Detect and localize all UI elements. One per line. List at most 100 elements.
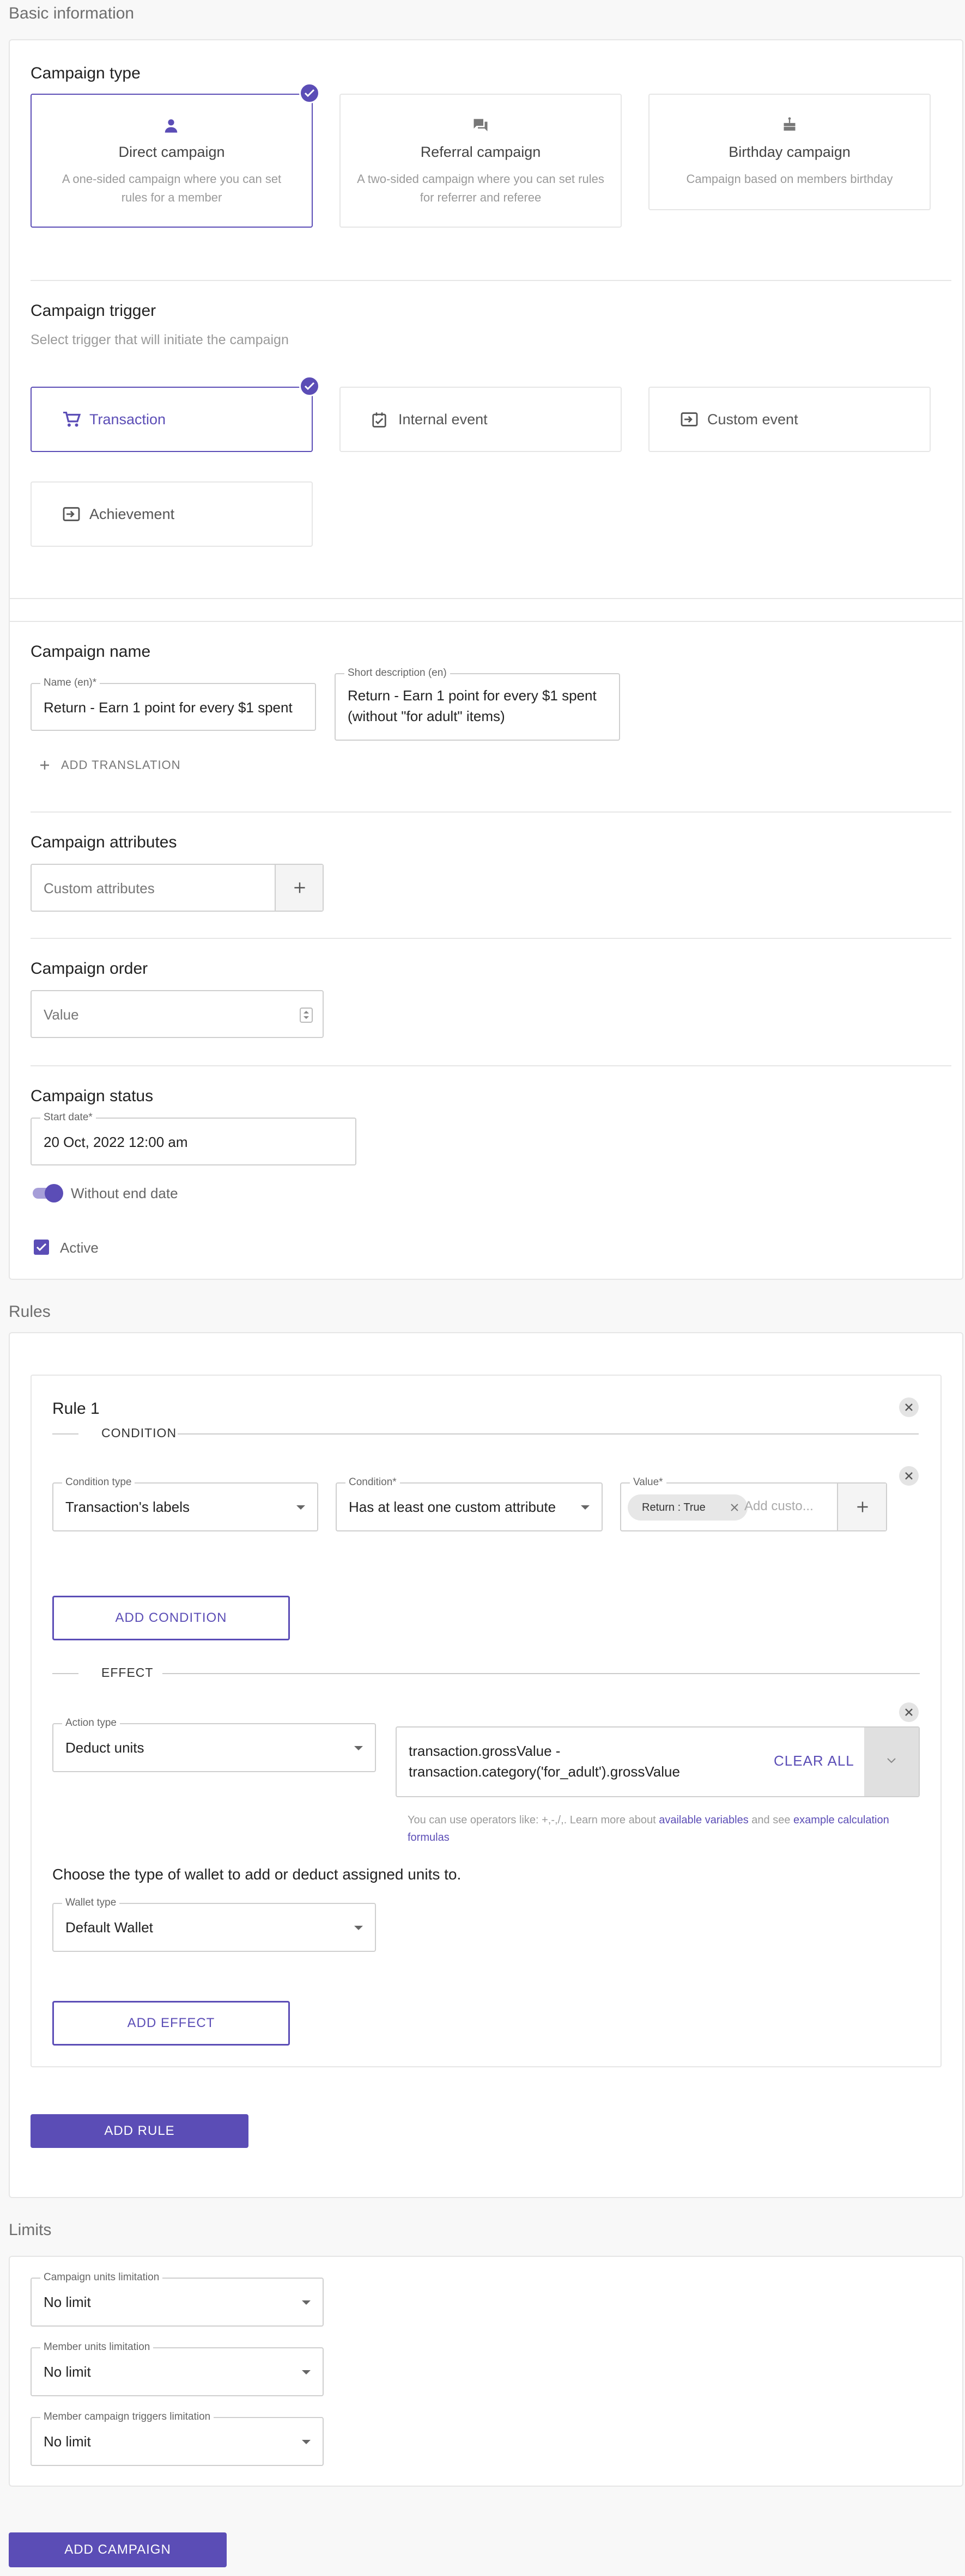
condition-type-select[interactable]: Condition type Transaction's labels bbox=[52, 1476, 318, 1531]
campaign-order-input[interactable]: Value bbox=[31, 990, 324, 1038]
campaign-type-referral[interactable]: Referral campaign A two-sided campaign w… bbox=[339, 94, 622, 228]
trigger-achievement[interactable]: Achievement bbox=[31, 481, 313, 547]
plus-icon bbox=[857, 1501, 868, 1512]
field-value: Deduct units bbox=[65, 1739, 144, 1756]
condition-value-field[interactable]: Value* Return : True Add custo... bbox=[620, 1476, 887, 1531]
add-condition-button[interactable]: ADD CONDITION bbox=[52, 1596, 290, 1640]
calendar-check-icon bbox=[372, 412, 386, 428]
campaign-type-title: Birthday campaign bbox=[729, 144, 851, 160]
example-formulas-link[interactable]: example calculation bbox=[793, 1814, 889, 1826]
remove-condition-button[interactable] bbox=[899, 1466, 919, 1486]
rule-card: Rule 1 CONDITION Condition type Transact… bbox=[31, 1375, 942, 2067]
add-campaign-button[interactable]: ADD CAMPAIGN bbox=[9, 2532, 227, 2567]
active-label: Active bbox=[60, 1240, 99, 1256]
value-input-placeholder[interactable]: Add custo... bbox=[744, 1499, 814, 1514]
add-rule-button[interactable]: ADD RULE bbox=[31, 2114, 248, 2148]
close-icon[interactable] bbox=[730, 1503, 739, 1512]
divider bbox=[10, 621, 963, 622]
rules-title: Rules bbox=[9, 1303, 51, 1321]
without-end-date-toggle[interactable]: Without end date bbox=[31, 1182, 194, 1204]
trigger-label: Custom event bbox=[707, 411, 798, 428]
note-text: You can use operators like: +,-,/,. Lear… bbox=[408, 1814, 659, 1826]
trigger-label: Transaction bbox=[89, 411, 166, 428]
field-label: Wallet type bbox=[62, 1897, 120, 1909]
divider bbox=[162, 1673, 920, 1674]
plus-icon bbox=[294, 882, 305, 893]
selected-check-icon bbox=[299, 83, 320, 103]
formula-line1: transaction.grossValue - bbox=[409, 1743, 561, 1759]
divider bbox=[31, 938, 951, 939]
field-placeholder: Value bbox=[44, 1006, 79, 1023]
add-attribute-button[interactable] bbox=[275, 865, 323, 911]
start-date-field[interactable]: Start date* 20 Oct, 2022 12:00 am bbox=[31, 1112, 356, 1165]
field-value: No limit bbox=[44, 2364, 91, 2380]
campaign-order-heading: Campaign order bbox=[31, 960, 148, 978]
name-en-field[interactable]: Name (en)* Return - Earn 1 point for eve… bbox=[31, 677, 316, 731]
add-effect-button[interactable]: ADD EFFECT bbox=[52, 2001, 290, 2046]
campaign-type-title: Referral campaign bbox=[420, 144, 541, 160]
close-icon bbox=[905, 1403, 913, 1411]
available-variables-link[interactable]: available variables bbox=[659, 1814, 749, 1826]
member-units-limit-select[interactable]: Member units limitation No limit bbox=[31, 2341, 324, 2396]
formula-expand-button[interactable] bbox=[864, 1727, 919, 1796]
condition-select[interactable]: Condition* Has at least one custom attri… bbox=[336, 1476, 603, 1531]
formula-field[interactable]: transaction.grossValue - transaction.cat… bbox=[396, 1726, 920, 1797]
trigger-custom-event[interactable]: Custom event bbox=[648, 387, 931, 452]
wallet-type-select[interactable]: Wallet type Default Wallet bbox=[52, 1897, 376, 1952]
remove-rule-button[interactable] bbox=[899, 1397, 919, 1417]
campaign-type-direct[interactable]: Direct campaign A one-sided campaign whe… bbox=[31, 94, 313, 228]
campaign-units-limit-select[interactable]: Campaign units limitation No limit bbox=[31, 2272, 324, 2327]
field-value-line1: Return - Earn 1 point for every $1 spent bbox=[348, 687, 597, 704]
field-label: Member units limitation bbox=[40, 2341, 154, 2353]
field-placeholder: Custom attributes bbox=[44, 880, 155, 896]
chevron-down-icon bbox=[302, 2440, 311, 2444]
field-label: Condition type bbox=[62, 1476, 135, 1488]
field-label: Short description (en) bbox=[344, 667, 450, 679]
formula-line2: transaction.category('for_adult').grossV… bbox=[409, 1763, 680, 1780]
field-label: Campaign units limitation bbox=[40, 2272, 163, 2284]
value-chip[interactable]: Return : True bbox=[628, 1494, 748, 1521]
chip-label: Return : True bbox=[642, 1501, 706, 1513]
cart-icon bbox=[63, 412, 81, 427]
chevron-down-icon bbox=[581, 1505, 590, 1510]
member-triggers-limit-select[interactable]: Member campaign triggers limitation No l… bbox=[31, 2411, 324, 2466]
active-checkbox[interactable]: Active bbox=[31, 1236, 139, 1258]
add-value-button[interactable] bbox=[837, 1484, 886, 1530]
chat-icon bbox=[474, 119, 488, 131]
divider bbox=[178, 1433, 919, 1434]
plus-icon bbox=[40, 761, 49, 770]
basic-information-card: Campaign type Direct campaign A one-side… bbox=[9, 39, 963, 1280]
clear-all-button[interactable]: CLEAR ALL bbox=[774, 1753, 854, 1769]
field-label: Name (en)* bbox=[40, 677, 100, 689]
field-value: 20 Oct, 2022 12:00 am bbox=[44, 1134, 188, 1150]
number-stepper-icon[interactable] bbox=[300, 1008, 313, 1023]
campaign-type-birthday[interactable]: Birthday campaign Campaign based on memb… bbox=[648, 94, 931, 210]
campaign-type-heading: Campaign type bbox=[31, 64, 141, 82]
action-type-select[interactable]: Action type Deduct units bbox=[52, 1717, 376, 1772]
field-value: Transaction's labels bbox=[65, 1499, 190, 1515]
trigger-internal-event[interactable]: Internal event bbox=[339, 387, 622, 452]
campaign-status-heading: Campaign status bbox=[31, 1087, 154, 1105]
trigger-transaction[interactable]: Transaction bbox=[31, 387, 313, 452]
field-value: No limit bbox=[44, 2294, 91, 2310]
field-value: Has at least one custom attribute bbox=[349, 1499, 556, 1515]
remove-effect-button[interactable] bbox=[899, 1702, 919, 1722]
field-label: Action type bbox=[62, 1717, 120, 1729]
field-value-line2: (without "for adult" items) bbox=[348, 708, 505, 724]
limits-card: Campaign units limitation No limit Membe… bbox=[9, 2256, 963, 2487]
example-formulas-link[interactable]: formulas bbox=[408, 1832, 450, 1844]
wallet-prompt: Choose the type of wallet to add or dedu… bbox=[52, 1866, 462, 1883]
checkbox-checked-icon bbox=[34, 1240, 49, 1255]
basic-information-title: Basic information bbox=[9, 4, 135, 22]
field-label: Start date* bbox=[40, 1112, 96, 1124]
field-value: Default Wallet bbox=[65, 1919, 153, 1936]
divider bbox=[52, 1673, 78, 1674]
close-icon bbox=[905, 1472, 913, 1480]
custom-attributes-field[interactable]: Custom attributes bbox=[31, 864, 324, 912]
input-icon bbox=[681, 412, 698, 426]
formula-help-note: You can use operators like: +,-,/,. Lear… bbox=[408, 1811, 909, 1846]
effect-heading: EFFECT bbox=[101, 1665, 154, 1680]
campaign-type-title: Direct campaign bbox=[118, 144, 225, 160]
campaign-name-heading: Campaign name bbox=[31, 643, 151, 661]
short-description-field[interactable]: Short description (en) Return - Earn 1 p… bbox=[335, 667, 620, 741]
